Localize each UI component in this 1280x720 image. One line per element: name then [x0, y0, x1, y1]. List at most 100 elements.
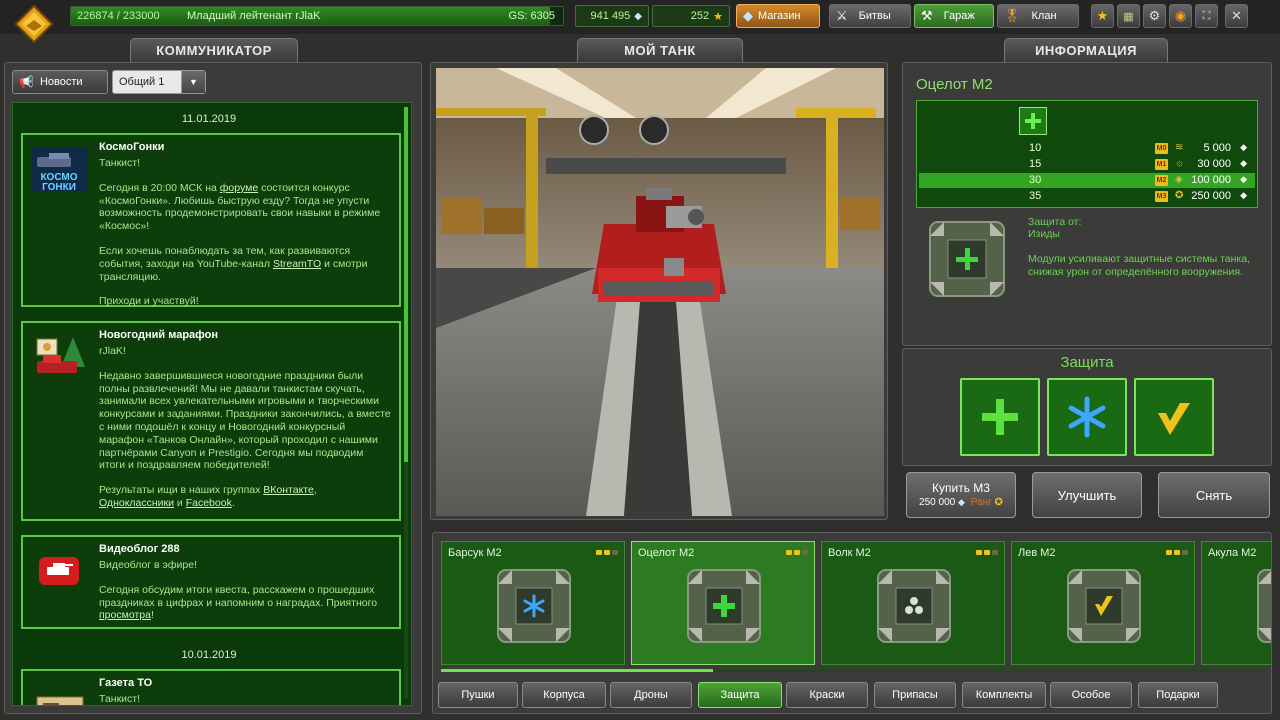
missions-icon[interactable]: ▦ — [1117, 4, 1140, 28]
crystal-icon: ◆ — [957, 497, 965, 507]
mark-badge: M0 — [1155, 143, 1168, 154]
category-tab[interactable]: Пушки — [438, 682, 518, 708]
upgrade-table: 10 M0 ≋ 5 000 ◆ 15 M1 ☼ 30 000 ◆ 30 M2 ◈… — [916, 100, 1258, 208]
strip-scroll-bar[interactable] — [441, 669, 1265, 672]
crystal-icon: ◆ — [1240, 158, 1247, 168]
protection-title: Защита — [1060, 354, 1114, 371]
chevron-down-icon: ▼ — [181, 71, 205, 93]
news-text: Сегодня обсудим итоги квеста, расскажем … — [99, 583, 378, 609]
experience-bar: 226874 / 233000 Младший лейтенант rJlaK … — [70, 6, 564, 26]
battles-button[interactable]: ⚔ Битвы — [829, 4, 911, 28]
garage-item-card[interactable]: Лев М2 — [1011, 541, 1195, 665]
close-icon[interactable]: ✕ — [1225, 4, 1248, 28]
news-card-newspaper[interactable]: Газета ТО Танкист! — [21, 669, 401, 705]
news-feed[interactable]: 11.01.2019 КОСМО ГОНКИ КосмоГонки Танкис… — [12, 102, 412, 706]
new-year-thumbnail-icon — [36, 337, 85, 373]
upgrade-button[interactable]: Улучшить — [1032, 472, 1142, 518]
news-paragraph: Сегодня в 20:00 МСК на форуме состоится … — [99, 182, 391, 233]
news-text: . — [231, 496, 235, 509]
garage-item-name: Волк М2 — [828, 547, 871, 559]
category-tab[interactable]: Защита — [698, 682, 782, 708]
star-small-icon: ★ — [713, 10, 723, 23]
upgrade-level: 30 — [1029, 174, 1042, 186]
protection-slot-3[interactable] — [1134, 378, 1214, 456]
sound-icon[interactable]: ◉ — [1169, 4, 1192, 28]
upgrade-level: 35 — [1029, 190, 1042, 202]
experience-text: 226874 / 233000 — [77, 10, 160, 22]
module-preview-icon — [929, 221, 1005, 297]
rank-badge-icon[interactable] — [14, 4, 54, 44]
news-body: Танкист! Сегодня в 20:00 МСК на форуме с… — [99, 157, 391, 320]
garage-item-card[interactable]: Акула М2 — [1201, 541, 1271, 665]
mark-badge: M1 — [1155, 159, 1168, 170]
news-greeting: Танкист! — [99, 157, 141, 169]
fullscreen-icon[interactable]: ⛶ — [1195, 4, 1218, 28]
news-scrollbar[interactable] — [404, 107, 408, 699]
my-tank-title: МОЙ ТАНК — [577, 38, 743, 62]
news-greeting: Видеоблог в эфире! — [99, 559, 198, 571]
vk-link[interactable]: ВКонтакте — [263, 484, 314, 496]
garage-item-card[interactable]: Волк М2 — [821, 541, 1005, 665]
upgrade-level-dots — [1166, 550, 1188, 555]
protection-target: Изиды — [1028, 228, 1060, 240]
ok-link[interactable]: Одноклассники — [99, 497, 174, 509]
clan-label: Клан — [1031, 10, 1057, 22]
firebird-icon — [1067, 569, 1141, 643]
rank-star-icon: ✪ — [1175, 190, 1184, 201]
garage-item-card[interactable]: Барсук М2 — [441, 541, 625, 665]
shop-button[interactable]: ◆ Магазин — [736, 4, 820, 28]
clan-button[interactable]: 🎖 Клан — [997, 4, 1079, 28]
channel-select[interactable]: Общий 1 ▼ — [112, 70, 206, 94]
news-card-new-year-marathon[interactable]: Новогодний марафон rJlaK! Недавно заверш… — [21, 321, 401, 521]
rank-chevron-icon: ☼ — [1175, 158, 1185, 169]
garage-button[interactable]: ⚒ Гараж — [914, 4, 994, 28]
news-scrollbar-thumb[interactable] — [404, 107, 408, 463]
garage-item-name: Акула М2 — [1208, 547, 1257, 559]
category-tab[interactable]: Корпуса — [522, 682, 606, 708]
freeze-icon — [497, 569, 571, 643]
crystal-icon: ◆ — [634, 10, 642, 22]
garage-item-card[interactable]: Оцелот М2 — [631, 541, 815, 665]
plus-icon — [1025, 113, 1041, 129]
category-tab[interactable]: Припасы — [874, 682, 956, 708]
protection-from: Защита от: Изиды — [1028, 216, 1081, 240]
add-module-button[interactable] — [1019, 107, 1047, 135]
category-tab[interactable]: Особое — [1050, 682, 1132, 708]
upgrade-level: 10 — [1029, 142, 1042, 154]
crystals-value: 941 495 — [590, 10, 631, 22]
protection-slot-1[interactable] — [960, 378, 1040, 456]
forum-link[interactable]: форуме — [220, 182, 258, 194]
settings-icon[interactable]: ⚙ — [1143, 4, 1166, 28]
wrench-icon: ⚒ — [921, 8, 933, 23]
crystal-icon: ◆ — [1240, 142, 1247, 152]
protection-slot-2[interactable] — [1047, 378, 1127, 456]
news-text: Сегодня в 20:00 МСК на — [99, 181, 220, 194]
category-tab[interactable]: Комплекты — [962, 682, 1046, 708]
stars-value: 252 — [690, 10, 710, 22]
category-tab[interactable]: Дроны — [610, 682, 692, 708]
watch-link[interactable]: просмотра — [99, 609, 151, 621]
buy-button[interactable]: Купить М3 250 000 ◆ Ранг ✪ — [906, 472, 1016, 518]
upgrade-price: 100 000 — [1191, 174, 1231, 186]
crystal-icon: ◆ — [1240, 190, 1247, 200]
category-tab[interactable]: Краски — [786, 682, 868, 708]
tank-garage-view[interactable] — [436, 68, 884, 516]
news-card-videoblog[interactable]: Видеоблог 288 Видеоблог в эфире! Сегодня… — [21, 535, 401, 629]
remove-button[interactable]: Снять — [1158, 472, 1270, 518]
crystals-counter: 941 495 ◆ — [575, 5, 649, 27]
star-icon[interactable]: ★ — [1091, 4, 1114, 28]
news-button[interactable]: 📢 Новости — [12, 70, 108, 94]
svg-text:ГОНКИ: ГОНКИ — [42, 182, 76, 193]
category-tab[interactable]: Подарки — [1138, 682, 1218, 708]
news-card-kosmogonki[interactable]: КОСМО ГОНКИ КосмоГонки Танкист! Сегодня … — [21, 133, 401, 307]
streamto-link[interactable]: StreamTO — [273, 258, 321, 270]
garage-item-name: Барсук М2 — [448, 547, 502, 559]
buy-price: 250 000 — [919, 497, 956, 508]
isida-icon — [687, 569, 761, 643]
upgrade-level-dots — [596, 550, 618, 555]
upgrade-price: 5 000 — [1203, 142, 1231, 154]
news-body: rJlaK! Недавно завершившиеся новогодние … — [99, 345, 391, 522]
facebook-link[interactable]: Facebook — [186, 497, 232, 509]
crossed-swords-icon: ⚔ — [836, 8, 848, 23]
crystal-icon: ◆ — [1240, 174, 1247, 184]
